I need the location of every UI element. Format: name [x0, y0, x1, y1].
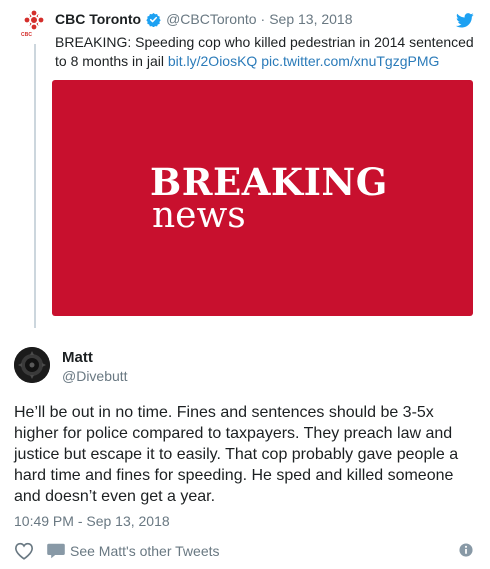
speech-bubble-icon	[47, 543, 65, 559]
verified-badge-icon	[146, 12, 161, 27]
heart-icon[interactable]	[14, 542, 34, 560]
quoted-tweet-text: BREAKING: Speeding cop who killed pedest…	[55, 33, 475, 71]
reply-author-name[interactable]: Matt	[62, 349, 93, 366]
reply-author-handle[interactable]: @Divebutt	[62, 368, 128, 384]
breaking-news-image[interactable]: BREAKING news	[52, 80, 473, 316]
separator-dot: ·	[260, 11, 266, 27]
quoted-tweet-header: CBC Toronto @CBCToronto · Sep 13, 2018	[55, 9, 353, 29]
quoted-tweet[interactable]: CBC CBC Toronto @CBCToronto · Sep 13, 20…	[0, 0, 490, 330]
tweet-actions: See Matt's other Tweets	[14, 540, 220, 562]
author-name[interactable]: CBC Toronto	[55, 11, 141, 27]
reply-tweet-text: He’ll be out in no time. Fines and sente…	[14, 404, 459, 505]
avatar[interactable]	[14, 347, 50, 383]
reply-timestamp[interactable]: 10:49 PM - Sep 13, 2018	[14, 513, 170, 529]
author-handle[interactable]: @CBCToronto	[166, 11, 256, 27]
pic-link[interactable]: pic.twitter.com/xnuTgzgPMG	[261, 53, 439, 69]
cbc-logo-text: CBC	[21, 32, 33, 38]
image-subtitle: news	[152, 195, 246, 236]
info-icon[interactable]	[459, 543, 473, 557]
twitter-bird-icon[interactable]	[456, 13, 474, 28]
cbc-logo-icon[interactable]: CBC	[19, 10, 49, 40]
shortlink[interactable]: bit.ly/2OiosKQ	[168, 53, 257, 69]
thread-line	[34, 44, 36, 328]
see-other-tweets-link[interactable]: See Matt's other Tweets	[70, 543, 220, 559]
tweet-date[interactable]: Sep 13, 2018	[269, 11, 352, 27]
